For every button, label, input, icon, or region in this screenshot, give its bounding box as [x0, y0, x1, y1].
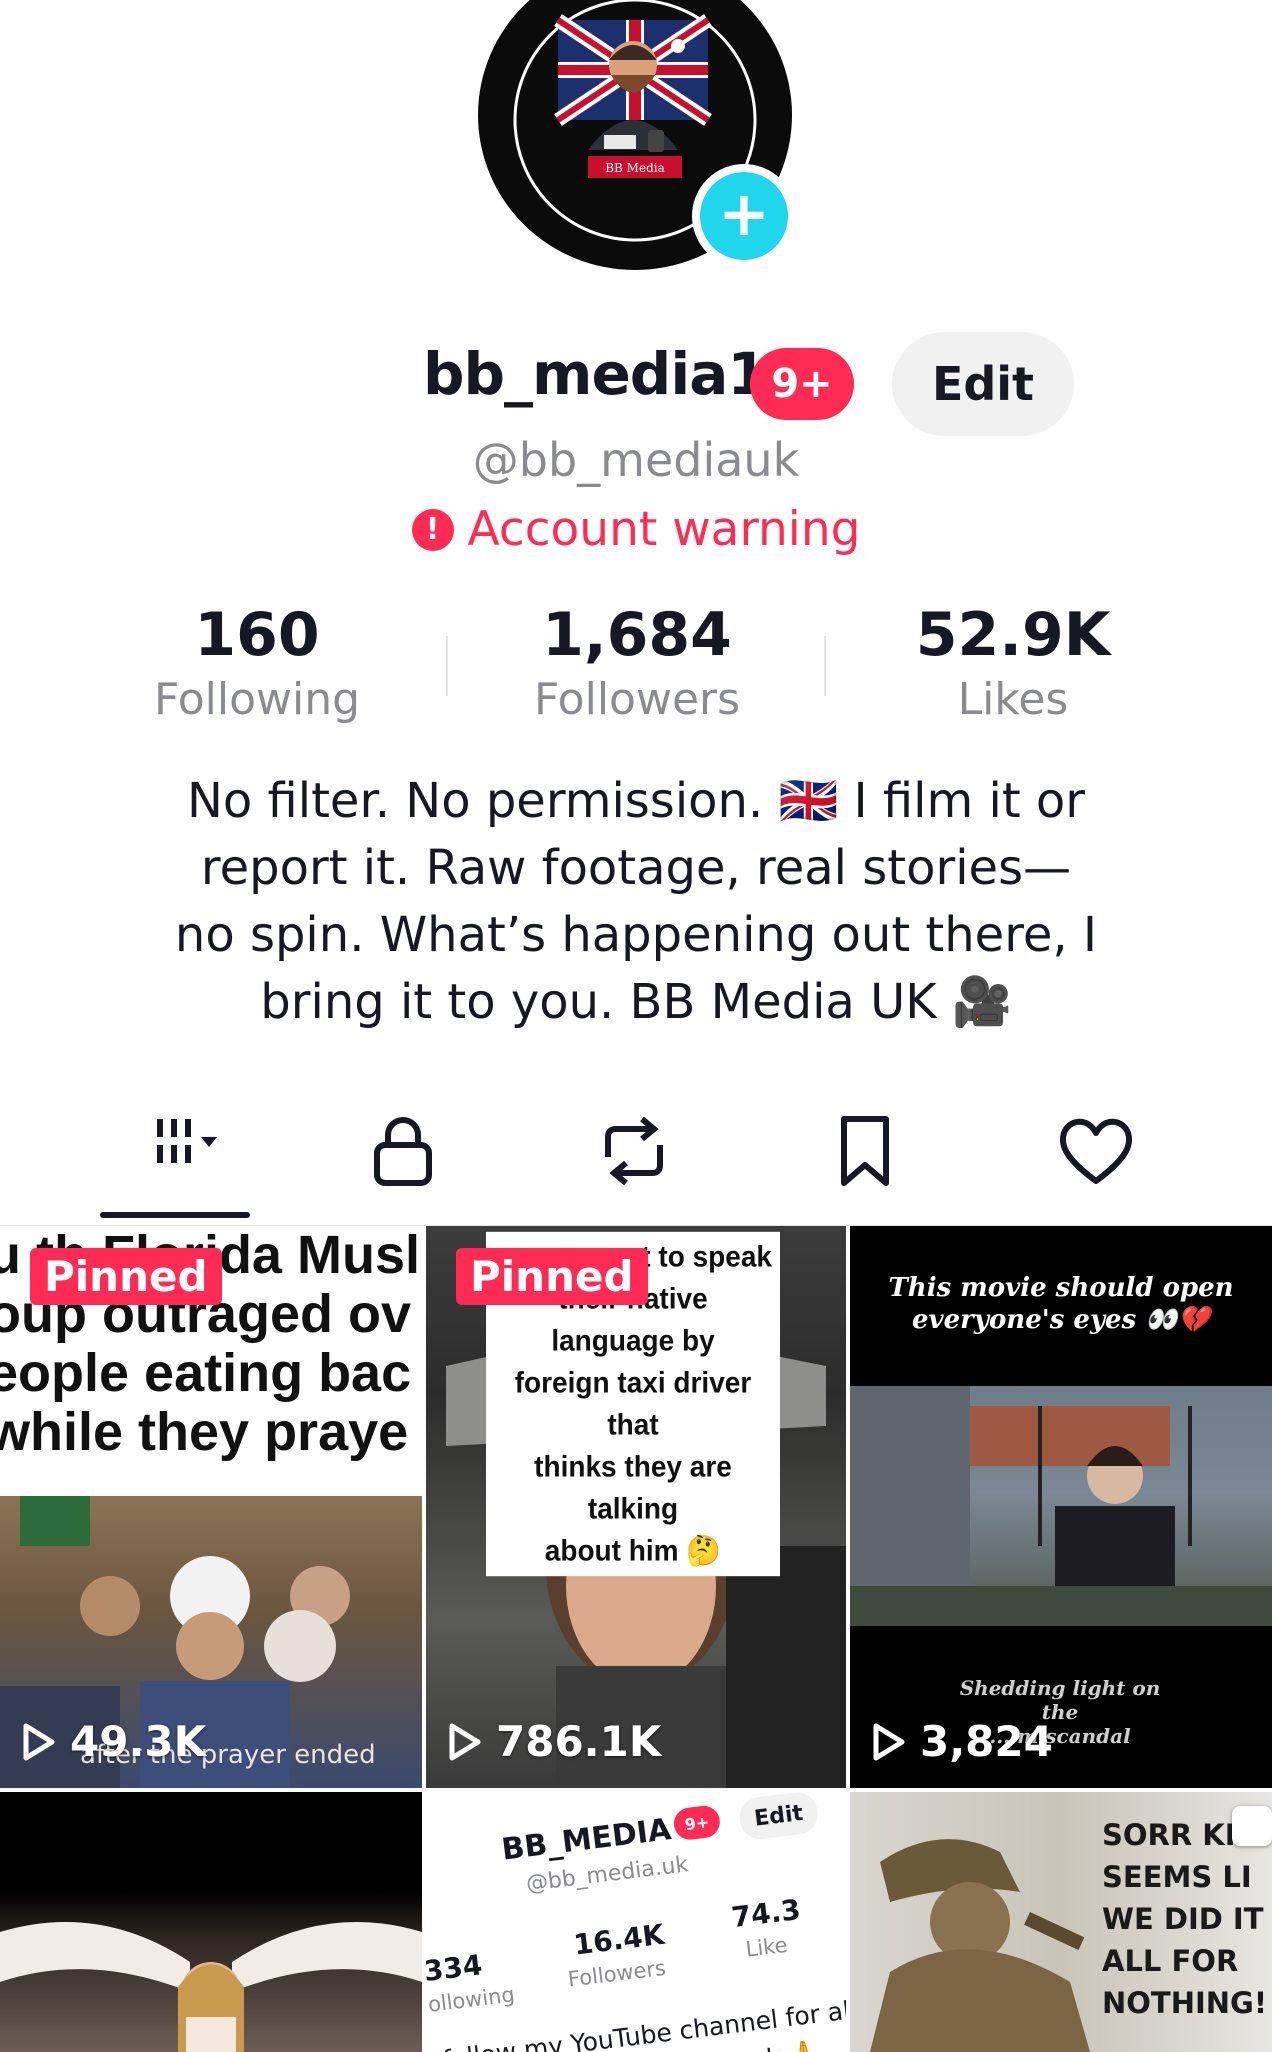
- bio-line: No filter. No permission. 🇬🇧 I film it o…: [186, 773, 1085, 829]
- profile-avatar-area: BB Media +: [478, 0, 796, 270]
- overlay-line: foreign taxi driver that: [514, 1366, 752, 1441]
- video-tile[interactable]: BB_MEDIA 9+ Edit @bb_media.uk 334 ollowi…: [426, 1792, 846, 2052]
- videos-grid-icon: [157, 1119, 217, 1163]
- username-handle: @bb_mediauk: [472, 433, 800, 487]
- overlay-line: while they praye: [0, 1402, 409, 1462]
- tab-private[interactable]: [333, 1096, 473, 1206]
- view-count-value: 786.1K: [496, 1717, 662, 1766]
- display-name: bb_media1: [423, 340, 768, 408]
- active-tab-indicator: [100, 1212, 250, 1218]
- screenshot-badge: 9+: [672, 1804, 722, 1842]
- following-label: Following: [153, 674, 361, 725]
- pinned-badge: Pinned: [30, 1248, 222, 1305]
- select-checkbox[interactable]: [1232, 1806, 1272, 1846]
- view-count-value: 49.3K: [70, 1717, 207, 1766]
- likes-label: Likes: [957, 674, 1069, 725]
- screenshot-followers-label: Followers: [566, 1955, 668, 1992]
- followers-label: Followers: [533, 674, 741, 725]
- video-tile[interactable]: SORR KI SEEMS LI WE DID IT ALL FOR NOTHI…: [850, 1792, 1272, 2052]
- view-count-value: 3,824: [920, 1717, 1053, 1766]
- video-tile[interactable]: ... not to speak their native language b…: [426, 1226, 846, 1788]
- overlay-line: ALL FOR: [1102, 1944, 1239, 1978]
- play-icon: [449, 1723, 481, 1760]
- screenshot-followers-count: 16.4K: [571, 1917, 667, 1962]
- overlay-line: WE DID IT: [1102, 1902, 1264, 1936]
- view-count: 786.1K: [448, 1717, 661, 1766]
- video-thumbnail-photo: [850, 1386, 1272, 1626]
- stat-following[interactable]: 160 Following: [67, 600, 447, 725]
- profile-stats: 160 Following 1,684 Followers 52.9K Like…: [0, 600, 1272, 740]
- plus-icon: +: [718, 177, 770, 250]
- video-tile[interactable]: u th Florida Musl oup outraged ov eople …: [0, 1226, 422, 1788]
- thumbnail-scene: [850, 1386, 1272, 1626]
- tab-favorites[interactable]: [795, 1096, 935, 1206]
- tab-videos[interactable]: [106, 1096, 246, 1206]
- pinned-badge: Pinned: [456, 1248, 648, 1305]
- likes-count: 52.9K: [915, 600, 1111, 670]
- tab-reposts[interactable]: [564, 1096, 704, 1206]
- bio-line: bring it to you. BB Media UK 🎥: [260, 974, 1012, 1030]
- screenshot-likes-label: Like: [744, 1932, 789, 1962]
- screenshot-following-label: ollowing: [426, 1982, 516, 2017]
- bio-line: report it. Raw footage, real stories—: [200, 840, 1072, 896]
- notification-badge[interactable]: 9+: [750, 348, 854, 420]
- profile-name-row: bb_media1 9+ Edit: [0, 332, 1272, 436]
- video-thumbnail: [0, 1792, 422, 2052]
- profile-tabs: [0, 1096, 1272, 1226]
- chevron-down-icon: [201, 1137, 217, 1147]
- reposts-icon: [605, 1116, 663, 1186]
- screenshot-likes-count: 74.3: [729, 1892, 803, 1935]
- overlay-line: thinks they are talking: [534, 1450, 732, 1525]
- liked-heart-icon: [1059, 1118, 1133, 1184]
- stat-followers[interactable]: 1,684 Followers: [447, 600, 827, 725]
- overlay-line: about him 🤔: [544, 1534, 722, 1567]
- following-count: 160: [194, 600, 320, 670]
- view-count: 49.3K: [22, 1717, 206, 1766]
- private-lock-icon: [374, 1117, 432, 1186]
- warning-icon: !: [411, 508, 454, 551]
- followers-count: 1,684: [542, 600, 732, 670]
- follow-add-button[interactable]: +: [692, 164, 796, 268]
- bio-line: no spin. What’s happening out there, I: [174, 907, 1098, 963]
- svg-text:BB Media: BB Media: [605, 161, 665, 175]
- stat-likes[interactable]: 52.9K Likes: [823, 600, 1203, 725]
- view-count: 3,824: [872, 1717, 1053, 1766]
- play-icon: [873, 1723, 905, 1760]
- overlay-line: This movie should open: [888, 1273, 1234, 1303]
- video-tile[interactable]: This movie should open everyone's eyes 👀…: [850, 1226, 1272, 1788]
- overlay-line: everyone's eyes 👀💔: [911, 1305, 1211, 1335]
- video-grid: u th Florida Musl oup outraged ov eople …: [0, 1226, 1272, 2052]
- overlay-line: NOTHING!: [1102, 1986, 1268, 2020]
- account-warning-link[interactable]: ! Account warning: [0, 502, 1272, 557]
- screenshot-edit-button: Edit: [737, 1792, 820, 1842]
- overlay-line: eople eating bac: [0, 1343, 412, 1403]
- account-warning-text: Account warning: [467, 502, 861, 557]
- video-tile[interactable]: [0, 1792, 422, 2052]
- profile-bio: No filter. No permission. 🇬🇧 I film it o…: [130, 768, 1142, 1036]
- video-overlay-text: This movie should open everyone's eyes 👀…: [850, 1272, 1272, 1336]
- thumbnail-scene: [0, 1922, 422, 2052]
- play-icon: [23, 1723, 55, 1760]
- overlay-line: SEEMS LI: [1102, 1860, 1252, 1894]
- tab-liked[interactable]: [1026, 1096, 1166, 1206]
- edit-profile-button[interactable]: Edit: [892, 332, 1074, 436]
- screenshot-following-count: 334: [426, 1948, 485, 1989]
- profile-screenshot-thumbnail: BB_MEDIA 9+ Edit @bb_media.uk 334 ollowi…: [426, 1792, 846, 2052]
- favorites-bookmark-icon: [841, 1116, 889, 1186]
